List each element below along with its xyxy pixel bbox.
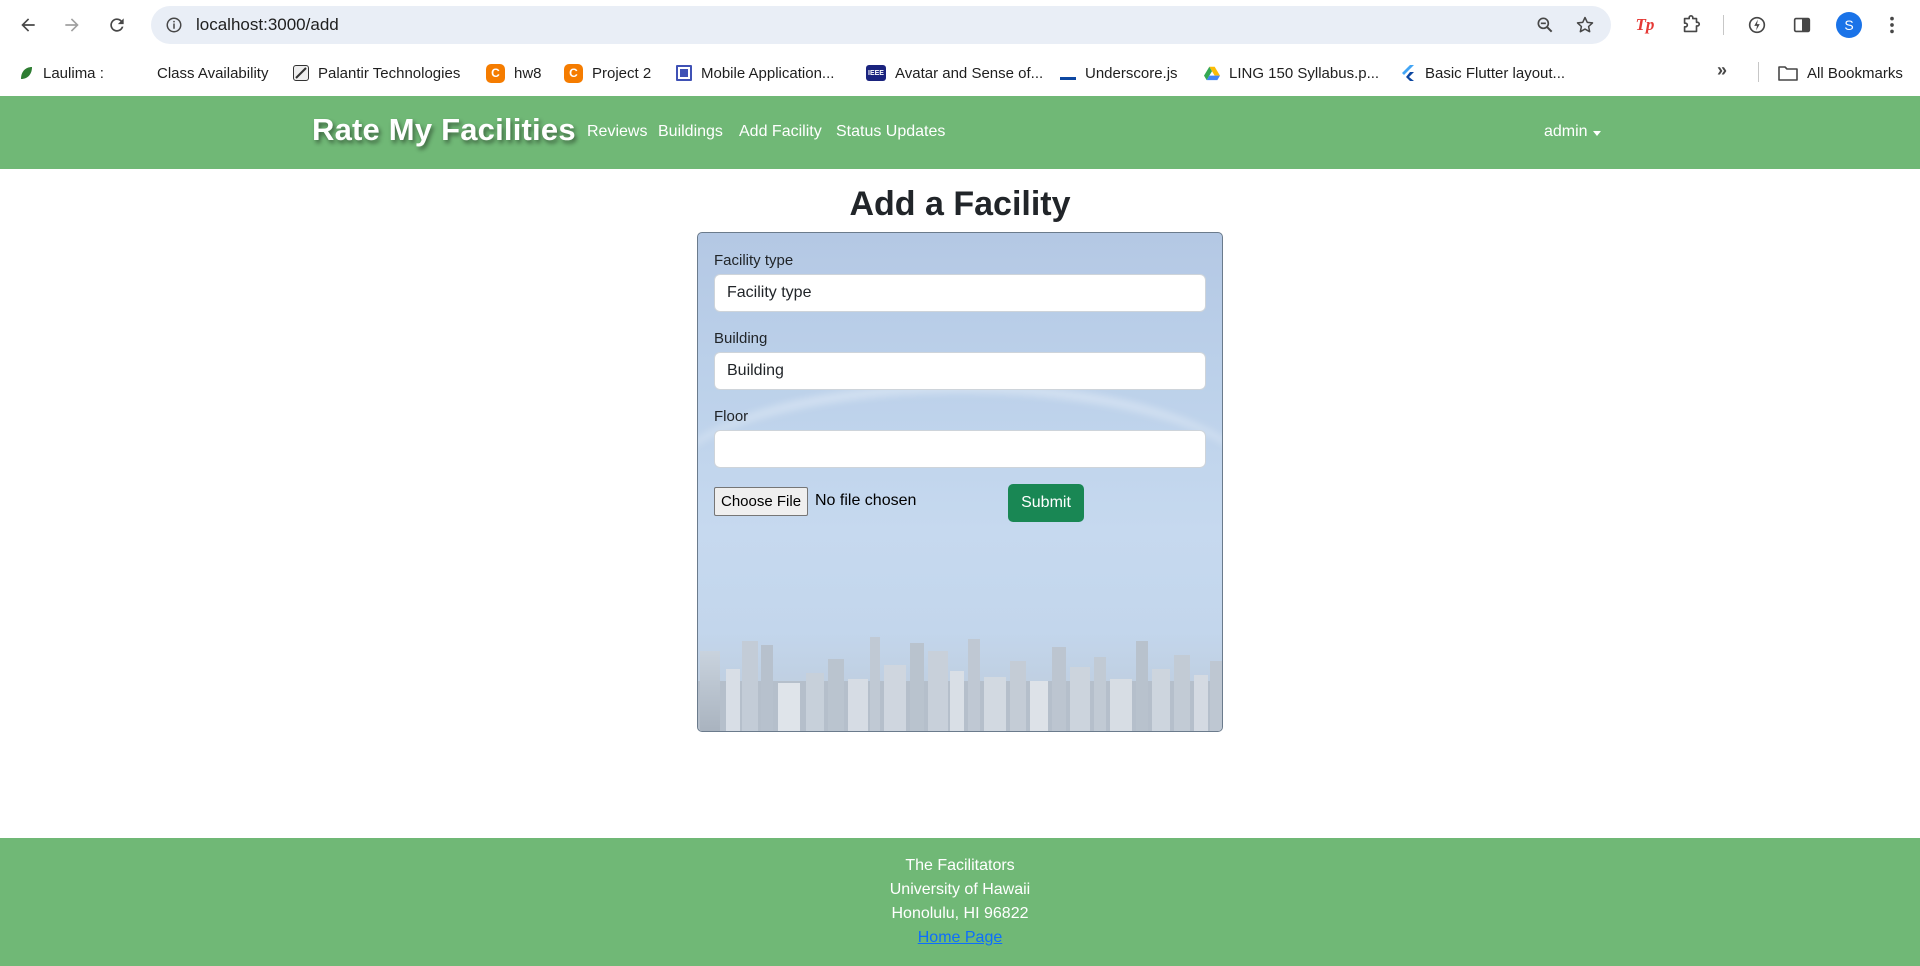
bookmark-label: Mobile Application... <box>701 64 835 82</box>
user-dropdown[interactable]: admin <box>1544 123 1601 141</box>
ieee-icon: IEEE <box>866 65 886 81</box>
nav-link-add-facility[interactable]: Add Facility <box>739 123 822 141</box>
page-title: Add a Facility <box>849 185 1071 223</box>
document-icon <box>676 65 692 81</box>
bookmark-ling-150[interactable]: LING 150 Syllabus.p... <box>1204 62 1379 84</box>
bookmark-hw8[interactable]: C hw8 <box>486 62 542 84</box>
bookmark-label: Palantir Technologies <box>318 64 461 82</box>
facility-type-select[interactable]: Facility type <box>714 274 1206 312</box>
arrow-left-icon <box>21 18 35 32</box>
footer-team: The Facilitators <box>905 857 1015 874</box>
footer-university: University of Hawaii <box>889 881 1031 898</box>
info-icon[interactable] <box>165 16 183 34</box>
building-label: Building <box>714 330 768 347</box>
zoom-icon[interactable] <box>1535 15 1555 35</box>
bookmark-basic-flutter[interactable]: Basic Flutter layout... <box>1400 62 1565 84</box>
palantir-icon <box>293 65 309 81</box>
menu-kebab-icon[interactable] <box>1880 13 1904 37</box>
flutter-icon <box>1400 65 1416 81</box>
arrow-right-icon <box>65 18 79 32</box>
back-button[interactable] <box>12 9 44 41</box>
extension-tp-icon[interactable]: Tp <box>1633 13 1657 37</box>
bookmark-label: Class Availability <box>157 64 269 82</box>
footer-home-link[interactable]: Home Page <box>918 929 1003 946</box>
nav-link-status-updates[interactable]: Status Updates <box>836 123 945 141</box>
leaf-icon <box>18 65 34 81</box>
underscore-icon <box>1060 65 1076 81</box>
profile-avatar[interactable]: S <box>1836 12 1862 38</box>
site-footer: The Facilitators University of Hawaii Ho… <box>0 838 1920 966</box>
c-icon: C <box>564 63 583 83</box>
footer-address: Honolulu, HI 96822 <box>891 905 1029 922</box>
url-text: localhost:3000/add <box>196 15 339 34</box>
bookmark-mobile-application[interactable]: Mobile Application... <box>676 62 834 84</box>
folder-icon <box>1778 65 1798 81</box>
building-select[interactable]: Building <box>714 352 1206 390</box>
user-name: admin <box>1544 123 1588 140</box>
chevron-double-right-icon[interactable]: » <box>1717 60 1739 82</box>
bookmark-all-bookmarks[interactable]: All Bookmarks <box>1778 62 1903 84</box>
add-facility-form: Facility type Facility type Building Bui… <box>697 232 1223 732</box>
bookmark-laulima[interactable]: Laulima : <box>18 62 104 84</box>
bookmark-label: Avatar and Sense of... <box>895 64 1044 82</box>
bookmark-project-2[interactable]: C Project 2 <box>564 62 651 84</box>
bookmark-palantir[interactable]: Palantir Technologies <box>293 62 460 84</box>
bookmark-avatar-sense[interactable]: IEEE Avatar and Sense of... <box>866 62 1043 84</box>
submit-button[interactable]: Submit <box>1008 484 1084 522</box>
browser-toolbar: localhost:3000/add Tp S <box>0 0 1920 50</box>
bookmark-label: Underscore.js <box>1085 64 1178 82</box>
bookmark-label: Project 2 <box>592 64 652 82</box>
footer-home-link-row: Home Page <box>0 929 1920 947</box>
facility-type-label: Facility type <box>714 252 794 269</box>
city-skyline-background <box>698 637 1222 731</box>
bookmark-underscore[interactable]: Underscore.js <box>1060 62 1178 84</box>
bookmark-class-availability[interactable]: Class Availability <box>157 62 268 84</box>
bookmark-label: All Bookmarks <box>1807 64 1903 82</box>
performance-icon[interactable] <box>1745 13 1769 37</box>
brand-logo[interactable]: Rate My Facilities <box>312 112 576 148</box>
bookmarks-divider <box>1758 62 1759 82</box>
site-navbar: Rate My Facilities Reviews Buildings Add… <box>0 96 1920 169</box>
side-panel-icon[interactable] <box>1790 13 1814 37</box>
nav-link-reviews[interactable]: Reviews <box>587 123 647 141</box>
address-bar[interactable]: localhost:3000/add <box>151 6 1611 44</box>
toolbar-divider <box>1723 15 1724 35</box>
bookmark-label: Laulima : <box>43 64 104 82</box>
bookmarks-bar: Laulima : Class Availability Palantir Te… <box>0 50 1920 96</box>
caret-down-icon <box>1592 130 1601 136</box>
floor-input[interactable] <box>714 430 1206 468</box>
reload-icon <box>110 18 124 32</box>
bookmark-star-icon[interactable] <box>1575 15 1595 35</box>
bookmark-label: Basic Flutter layout... <box>1425 64 1566 82</box>
forward-button[interactable] <box>56 9 88 41</box>
c-icon: C <box>486 63 505 83</box>
reload-button[interactable] <box>101 9 133 41</box>
file-status-text: No file chosen <box>815 492 917 509</box>
choose-file-button[interactable]: Choose File <box>714 487 809 516</box>
floor-label: Floor <box>714 408 749 425</box>
bookmark-label: LING 150 Syllabus.p... <box>1229 64 1380 82</box>
drive-icon <box>1204 65 1220 81</box>
nav-link-buildings[interactable]: Buildings <box>658 123 723 141</box>
bookmark-label: hw8 <box>514 64 542 82</box>
extensions-puzzle-icon[interactable] <box>1679 13 1703 37</box>
